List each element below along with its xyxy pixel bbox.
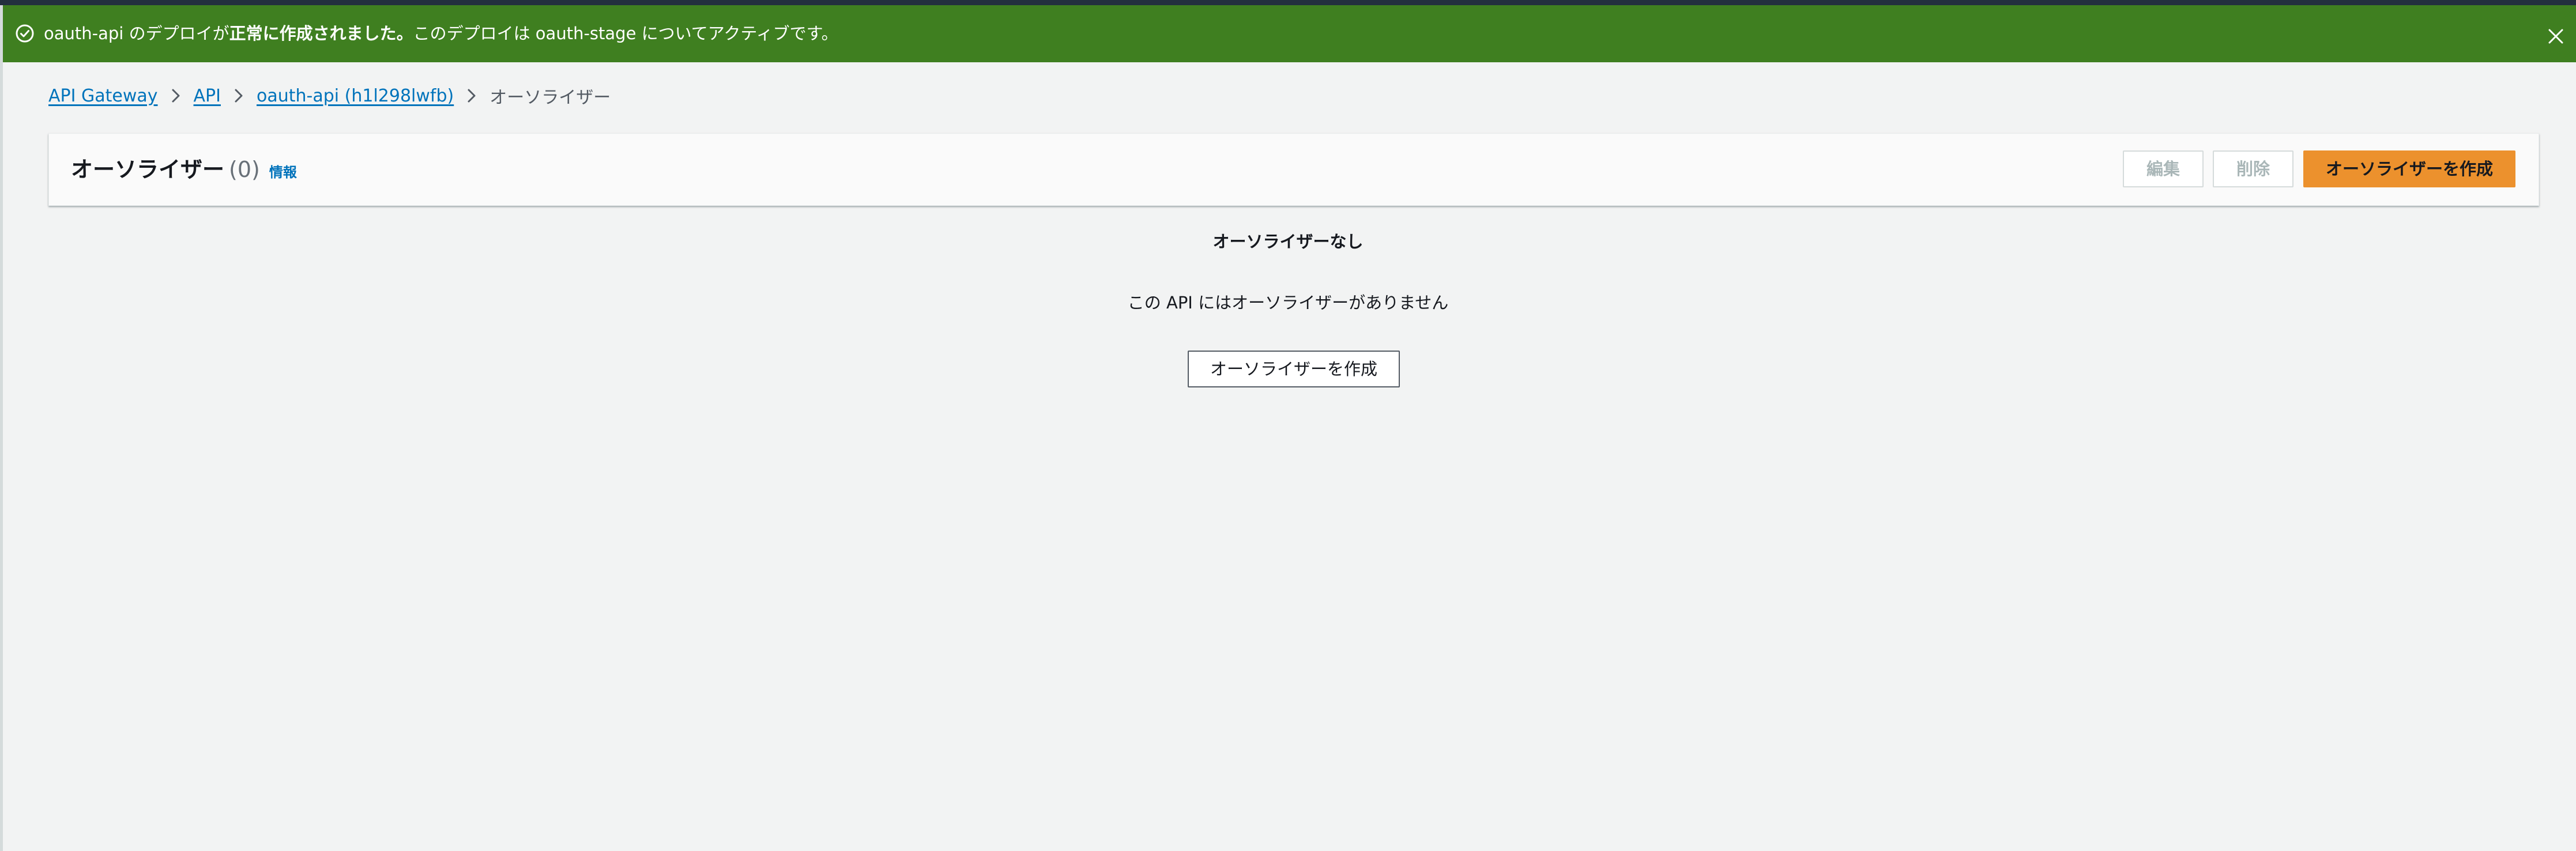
breadcrumb-item-api[interactable]: API xyxy=(194,86,221,106)
flash-message: oauth-api のデプロイが正常に作成されました。このデプロイは oauth… xyxy=(44,5,838,62)
empty-state-message: この API にはオーソライザーがありません xyxy=(1127,293,1449,312)
close-icon[interactable] xyxy=(2547,28,2564,45)
left-edge xyxy=(0,5,3,851)
delete-button[interactable]: 削除 xyxy=(2213,150,2293,187)
chevron-right-icon xyxy=(235,89,243,103)
breadcrumb: API Gateway API oauth-api (h1l298lwfb) オ… xyxy=(48,83,611,108)
success-check-icon xyxy=(16,24,34,43)
empty-create-authorizer-button[interactable]: オーソライザーを作成 xyxy=(1188,351,1400,387)
edit-button[interactable]: 編集 xyxy=(2123,150,2204,187)
top-strip xyxy=(0,0,2576,5)
authorizer-count: (0) xyxy=(229,157,260,182)
empty-state-title: オーソライザーなし xyxy=(1212,232,1364,251)
create-authorizer-button[interactable]: オーソライザーを作成 xyxy=(2303,150,2515,187)
breadcrumb-item-oauth-api[interactable]: oauth-api (h1l298lwfb) xyxy=(257,86,454,106)
flash-message-part3: このデプロイは oauth-stage についてアクティブです。 xyxy=(413,24,838,43)
breadcrumb-current: オーソライザー xyxy=(489,88,611,108)
flash-message-part1: oauth-api のデプロイが xyxy=(44,24,229,43)
authorizers-header-panel: オーソライザー (0) 情報 編集 削除 オーソライザーを作成 xyxy=(48,133,2539,206)
breadcrumb-item-api-gateway[interactable]: API Gateway xyxy=(48,86,158,106)
success-flash-banner: oauth-api のデプロイが正常に作成されました。このデプロイは oauth… xyxy=(0,5,2576,62)
chevron-right-icon xyxy=(172,89,180,103)
chevron-right-icon xyxy=(468,89,476,103)
page-title: オーソライザー (0) 情報 xyxy=(71,134,297,205)
flash-message-part2: 正常に作成されました。 xyxy=(229,24,413,43)
page-title-text: オーソライザー xyxy=(71,157,225,182)
info-link[interactable]: 情報 xyxy=(269,164,297,180)
